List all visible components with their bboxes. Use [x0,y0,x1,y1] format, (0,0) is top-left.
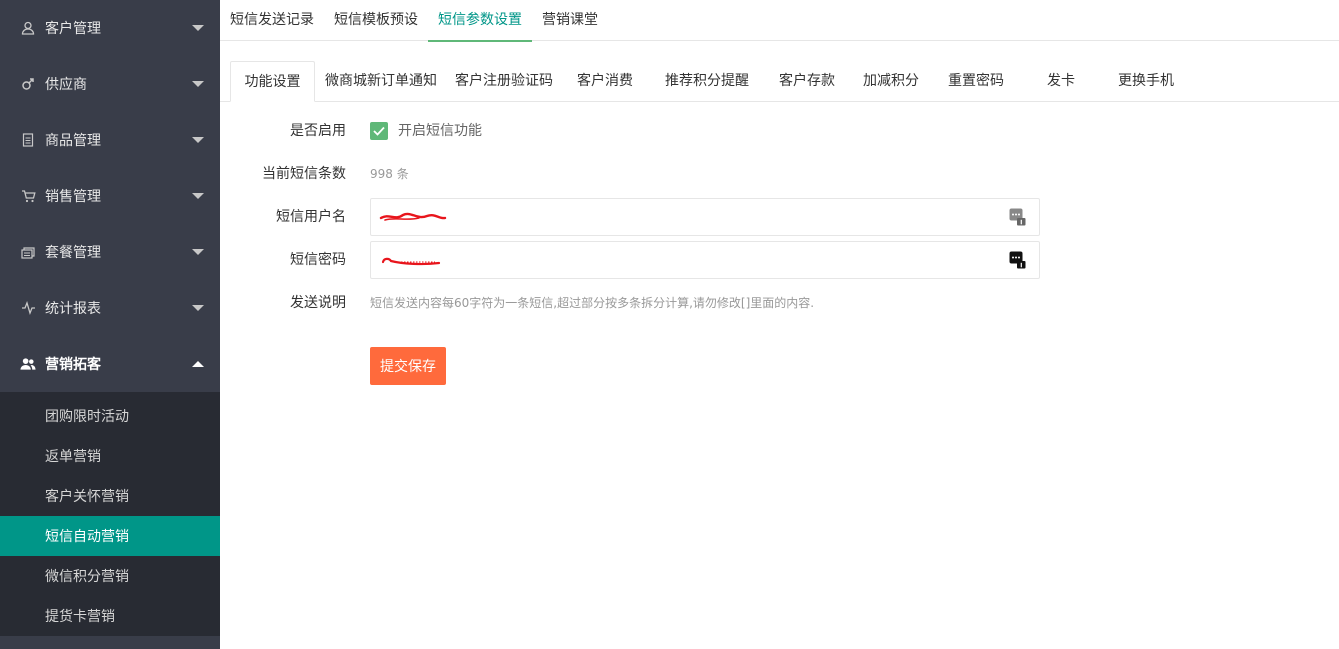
username-input-wrap [370,198,1040,236]
caret-down-icon [192,137,204,143]
caret-down-icon [192,193,204,199]
sidebar-item-reports[interactable]: 统计报表 [0,280,220,336]
enable-sms-checkbox-label: 开启短信功能 [398,123,482,139]
caret-up-icon [192,361,204,367]
submit-save-button[interactable]: 提交保存 [370,347,446,385]
package-icon [20,244,36,260]
password-row: 短信密码 [220,241,1339,279]
top-tab-bar: 短信发送记录 短信模板预设 短信参数设置 营销课堂 [220,0,1339,42]
submenu-item-reorder[interactable]: 返单营销 [0,436,220,476]
sms-username-input[interactable] [379,199,999,235]
tab-customer-deposit[interactable]: 客户存款 [765,61,849,102]
tab-change-phone[interactable]: 更换手机 [1103,61,1189,102]
send-note-row: 发送说明 短信发送内容每60字符为一条短信,超过部分按多条拆分计算,请勿修改[]… [220,284,1339,322]
password-input-wrap [370,241,1040,279]
tab-register-code[interactable]: 客户注册验证码 [447,61,561,102]
user-icon [20,20,36,36]
pulse-icon [20,300,36,316]
username-row: 短信用户名 [220,198,1339,236]
sms-password-input[interactable] [379,242,999,278]
sidebar-item-sales[interactable]: 销售管理 [0,168,220,224]
submenu-item-customer-care[interactable]: 客户关怀营销 [0,476,220,516]
tab-adjust-points[interactable]: 加减积分 [849,61,933,102]
enable-value: 开启短信功能 [370,112,482,151]
send-note-text: 短信发送内容每60字符为一条短信,超过部分按多条拆分计算,请勿修改[]里面的内容… [370,296,815,310]
sidebar-item-packages[interactable]: 套餐管理 [0,224,220,280]
tab-reset-password[interactable]: 重置密码 [933,61,1019,102]
keyboard-icon[interactable] [1009,208,1026,226]
tab-sms-send-log[interactable]: 短信发送记录 [220,0,324,41]
caret-down-icon [192,25,204,31]
tab-referral-points[interactable]: 推荐积分提醒 [649,61,765,102]
sidebar-item-label: 客户管理 [45,21,101,37]
sidebar-item-label: 统计报表 [45,301,101,317]
submenu-item-wechat-points[interactable]: 微信积分营销 [0,556,220,596]
sidebar-item-label: 商品管理 [45,133,101,149]
sidebar-item-suppliers[interactable]: 供应商 [0,56,220,112]
main-content: 短信发送记录 短信模板预设 短信参数设置 营销课堂 功能设置 微商城新订单通知 … [220,0,1339,649]
male-icon [20,76,36,92]
tab-issue-card[interactable]: 发卡 [1019,61,1103,102]
enable-label: 是否启用 [290,123,346,139]
marketing-submenu: 团购限时活动 返单营销 客户关怀营销 短信自动营销 微信积分营销 提货卡营销 [0,392,220,636]
sidebar-item-label: 销售管理 [45,189,101,205]
users-icon [20,356,36,372]
document-icon [20,132,36,148]
password-label: 短信密码 [290,252,346,268]
tab-sms-templates[interactable]: 短信模板预设 [324,0,428,41]
send-note-label: 发送说明 [290,295,346,311]
sms-count-row: 当前短信条数 998 条 [220,155,1339,193]
tab-marketing-class[interactable]: 营销课堂 [532,0,608,41]
sidebar-item-products[interactable]: 商品管理 [0,112,220,168]
caret-down-icon [192,305,204,311]
enable-sms-checkbox[interactable]: 开启短信功能 [370,112,482,150]
caret-down-icon [192,81,204,87]
sms-count-value: 998 条 [370,167,409,181]
sidebar-item-label: 供应商 [45,77,87,93]
settings-tab-bar: 功能设置 微商城新订单通知 客户注册验证码 客户消费 推荐积分提醒 客户存款 加… [220,61,1339,102]
submenu-item-sms-auto[interactable]: 短信自动营销 [0,516,220,556]
sms-count-label: 当前短信条数 [262,166,346,182]
sidebar-item-customers[interactable]: 客户管理 [0,0,220,56]
enable-row: 是否启用 开启短信功能 [220,112,1339,150]
tab-function-settings[interactable]: 功能设置 [230,61,315,102]
checkmark-icon [370,122,388,140]
sidebar-item-marketing[interactable]: 营销拓客 [0,336,220,392]
username-label: 短信用户名 [276,209,346,225]
sidebar-item-label: 套餐管理 [45,245,101,261]
sidebar: 客户管理 供应商 商品管理 销售管理 套餐管理 统计报表 营销拓客 团购限时活动… [0,0,220,649]
submenu-item-group-buy[interactable]: 团购限时活动 [0,396,220,436]
tab-new-order-notice[interactable]: 微商城新订单通知 [315,61,447,102]
keyboard-icon[interactable] [1009,251,1026,269]
tab-customer-spend[interactable]: 客户消费 [561,61,649,102]
caret-down-icon [192,249,204,255]
cart-icon [20,188,36,204]
submenu-item-pickup-card[interactable]: 提货卡营销 [0,596,220,636]
tab-sms-settings[interactable]: 短信参数设置 [428,0,532,42]
sidebar-item-label: 营销拓客 [45,357,101,373]
